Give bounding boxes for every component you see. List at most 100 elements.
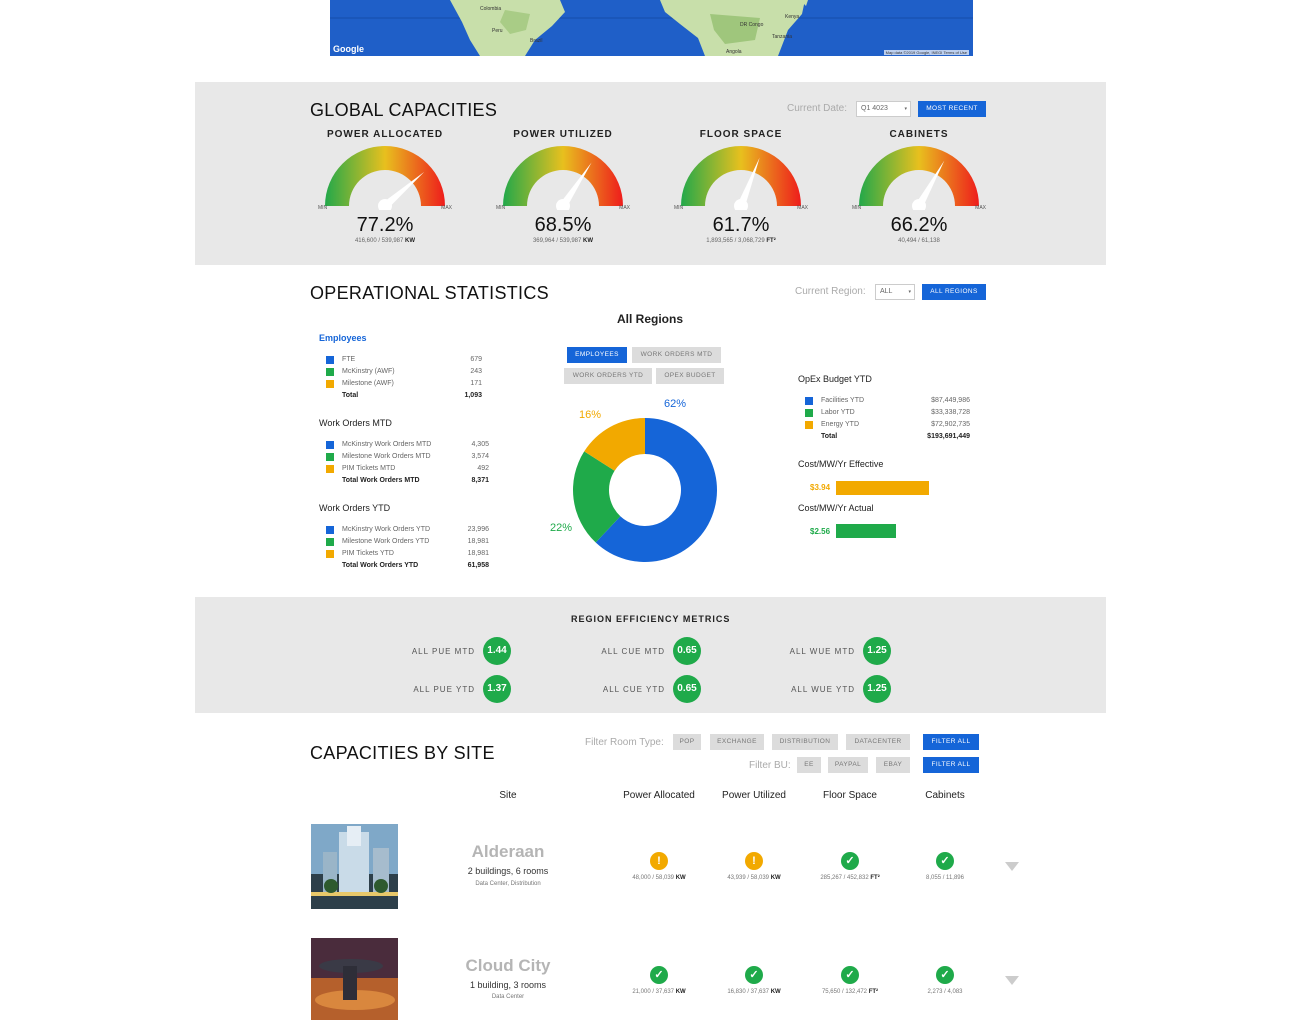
most-recent-button[interactable]: MOST RECENT [918,101,986,117]
stat-sub: 48,000 / 58,039 KW [609,875,709,881]
tab-work-orders-ytd[interactable]: WORK ORDERS YTD [564,368,652,384]
stat-sub-unit: KW [770,989,781,995]
current-region-select[interactable]: ALL ▾ [875,284,915,300]
pct-label-mckinstry: 22% [550,522,573,534]
map-landmass [330,0,973,56]
tab-opex-budget[interactable]: OPEX BUDGET [656,368,724,384]
legend-value: 679 [470,356,482,363]
metric-label: ALL PUE MTD [411,647,475,656]
legend-value: 18,981 [467,550,489,557]
gauge-arc [325,146,445,206]
donut-chart [573,418,717,562]
stat-sub: 43,939 / 58,039 KW [704,875,804,881]
legend-value: 492 [477,465,489,472]
cost-effective-value: $3.94 [810,483,831,492]
metric-label: ALL CUE YTD [602,685,665,694]
legend-value: 243 [470,368,482,375]
world-map[interactable]: Colombia Brazil Peru DR Congo Kenya Tanz… [330,0,973,56]
legend-swatch [326,526,334,534]
legend-label: FTE [342,356,356,363]
site-image-cloud-city[interactable] [311,938,398,1020]
google-logo: Google [333,44,364,54]
legend-total-label: Total Work Orders MTD [342,477,420,484]
gauge-min-label: MIN [496,205,506,211]
filter-paypal-button[interactable]: PAYPAL [828,757,868,773]
map-credit[interactable]: Map data ©2019 Google, INEGI Terms of Us… [883,50,969,55]
gauge-dial [859,146,979,210]
chevron-down-icon: ▾ [904,106,907,112]
filter-ebay-button[interactable]: EBAY [876,757,910,773]
legend-value: 171 [470,380,482,387]
site-image-alderaan[interactable] [311,824,398,909]
filter-ee-button[interactable]: EE [797,757,821,773]
chevron-down-icon: ▾ [908,289,911,295]
stat-sub-unit: KW [675,989,686,995]
legend-value: 23,996 [467,526,489,533]
filter-datacenter-button[interactable]: DATACENTER [846,734,910,750]
metric-label: ALL WUE MTD [789,647,855,656]
legend-swatch [326,465,334,473]
gauge-power-utilized: POWER UTILIZED MIN MAX 68.5% 369,964 / 539,9… [488,129,638,244]
legend-value: $72,902,735 [931,421,970,428]
pct-label-milestone: 16% [579,409,602,421]
gauge-sub-unit: KW [583,238,594,244]
current-date-select[interactable]: Q1 4023 ▾ [856,101,911,117]
expand-row-icon[interactable] [1005,862,1019,871]
map-label-tanzania: Tanzania [772,34,793,40]
legend-total-value: 8,371 [471,477,489,484]
gauge-min-max: MIN MAX [488,205,638,218]
tab-work-orders-mtd[interactable]: WORK ORDERS MTD [632,347,721,363]
legend-value: 4,305 [471,441,489,448]
gauge-max-label: MAX [441,205,452,211]
alderaan-picture [311,824,398,909]
legend-swatch [326,441,334,449]
site-name[interactable]: Cloud City [438,956,578,976]
legend-swatch [805,409,813,417]
gauge-title: POWER ALLOCATED [326,129,444,140]
expand-row-icon[interactable] [1005,976,1019,985]
legend-total-label: Total Work Orders YTD [342,562,419,569]
current-region-value: ALL [880,288,893,295]
filter-pop-button[interactable]: POP [673,734,701,750]
legend-value: $87,449,986 [931,397,970,404]
gauge-sub-unit: FT² [766,238,776,244]
legend-total-value: 1,093 [464,392,482,399]
stat-sub: 285,267 / 452,832 FT² [800,875,900,881]
site-type: Data Center, Distribution [475,881,541,887]
stat-sub-numbers: 75,650 / 132,472 [821,989,869,995]
filter-all-bu-button[interactable]: FILTER ALL [923,757,979,773]
site-name[interactable]: Alderaan [438,842,578,862]
legend-swatch [326,356,334,364]
filter-all-room-button[interactable]: FILTER ALL [923,734,979,750]
metric-badge: 0.65 [673,637,701,665]
employees-heading: Employees [319,333,367,343]
filter-distribution-button[interactable]: DISTRIBUTION [772,734,838,750]
operational-statistics-title: OPERATIONAL STATISTICS [310,283,549,303]
cost-effective-heading: Cost/MW/Yr Effective [798,459,884,469]
stat-sub-unit: FT² [868,989,879,995]
cloud-city-picture [311,938,398,1020]
site-info: 2 buildings, 6 rooms [467,866,549,876]
metric-label: ALL PUE YTD [413,685,475,694]
warning-icon: ! [745,852,763,870]
tab-employees[interactable]: EMPLOYEES [567,347,627,363]
gauge-sub: 416,600 / 539,987 KW [310,238,460,244]
gauge-sub-numbers: 416,600 / 539,987 [354,238,406,244]
legend-value: 3,574 [471,453,489,460]
stat-sub: 8,055 / 11,896 [895,875,995,881]
work-orders-ytd-heading: Work Orders YTD [319,503,391,513]
metric-label: ALL CUE MTD [601,647,665,656]
stat-sub-numbers: 285,267 / 452,832 [820,875,871,881]
check-icon: ✓ [936,852,954,870]
legend-swatch [326,453,334,461]
gauge-max-label: MAX [797,205,808,211]
current-date-value: Q1 4023 [861,105,888,112]
gauge-min-max: MIN MAX [844,205,994,218]
cost-actual-bar [836,524,897,538]
global-capacities-title: GLOBAL CAPACITIES [310,100,498,120]
stat-sub-numbers: 21,000 / 37,637 [632,989,676,995]
all-regions-button[interactable]: ALL REGIONS [922,284,986,300]
legend-label: PIM Tickets MTD [342,465,396,472]
filter-exchange-button[interactable]: EXCHANGE [710,734,764,750]
map-label-drc: DR Congo [740,22,764,28]
